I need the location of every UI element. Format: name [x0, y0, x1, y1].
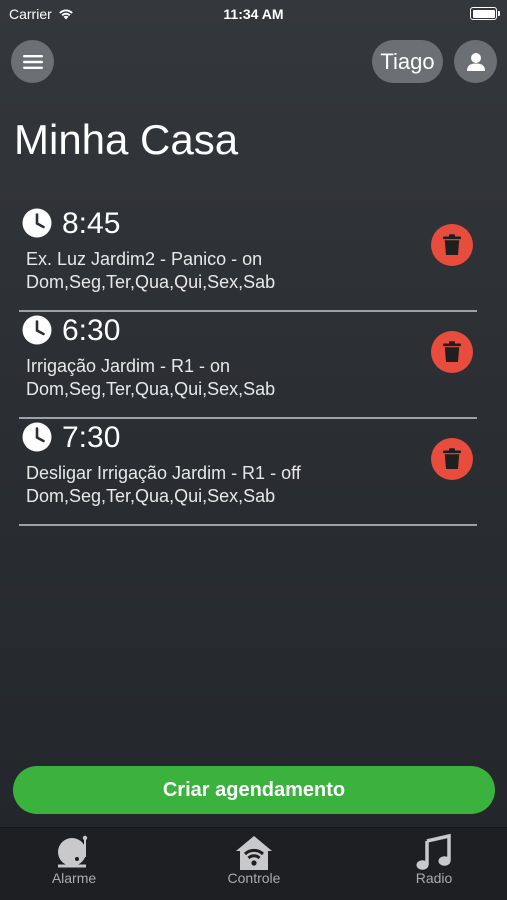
delete-button[interactable] [431, 438, 473, 480]
delete-button[interactable] [431, 224, 473, 266]
tab-bar: Alarme Controle Radio [0, 827, 507, 900]
create-schedule-button[interactable]: Criar agendamento [13, 766, 495, 814]
trash-icon [443, 341, 461, 362]
schedule-days: Dom,Seg,Ter,Qua,Qui,Sex,Sab [26, 379, 276, 399]
status-time: 11:34 AM [223, 6, 284, 22]
schedule-time: 8:45 [62, 207, 121, 240]
status-bar: Carrier 11:34 AM [0, 0, 507, 28]
schedule-time: 6:30 [62, 314, 121, 347]
battery-icon [470, 7, 500, 20]
alarm-bell-icon [58, 835, 88, 868]
tab-alarme[interactable]: Alarme [14, 828, 134, 900]
schedule-item[interactable]: 7:30 Desligar Irrigação Jardim - R1 - of… [19, 419, 477, 526]
schedule-item[interactable]: 6:30 Irrigação Jardim - R1 - on Dom,Seg,… [19, 312, 477, 419]
schedule-description: Desligar Irrigação Jardim - R1 - off [26, 463, 301, 483]
clock-icon [22, 315, 52, 345]
schedule-time: 7:30 [62, 421, 121, 454]
schedule-item[interactable]: 8:45 Ex. Luz Jardim2 - Panico - on Dom,S… [19, 205, 477, 312]
tab-controle[interactable]: Controle [194, 828, 314, 900]
clock-icon [22, 208, 52, 238]
tab-label: Alarme [51, 870, 97, 886]
trash-icon [443, 448, 461, 469]
delete-button[interactable] [431, 331, 473, 373]
home-wifi-icon [236, 836, 272, 870]
tab-label: Controle [227, 870, 281, 886]
clock-icon [22, 422, 52, 452]
schedule-list: 8:45 Ex. Luz Jardim2 - Panico - on Dom,S… [19, 205, 477, 526]
tab-label: Radio [415, 870, 453, 886]
schedule-days: Dom,Seg,Ter,Qua,Qui,Sex,Sab [26, 486, 276, 506]
profile-button[interactable] [454, 40, 497, 83]
schedule-days: Dom,Seg,Ter,Qua,Qui,Sex,Sab [26, 272, 276, 292]
trash-icon [443, 234, 461, 255]
hamburger-icon [22, 54, 43, 69]
user-icon [466, 52, 485, 71]
music-note-icon [416, 833, 451, 870]
tab-radio[interactable]: Radio [374, 828, 494, 900]
menu-button[interactable] [11, 40, 54, 83]
user-name-button[interactable]: Tiago [372, 40, 443, 83]
schedule-description: Ex. Luz Jardim2 - Panico - on [26, 249, 263, 269]
schedule-description: Irrigação Jardim - R1 - on [26, 356, 231, 376]
page-title: Minha Casa [14, 116, 239, 163]
